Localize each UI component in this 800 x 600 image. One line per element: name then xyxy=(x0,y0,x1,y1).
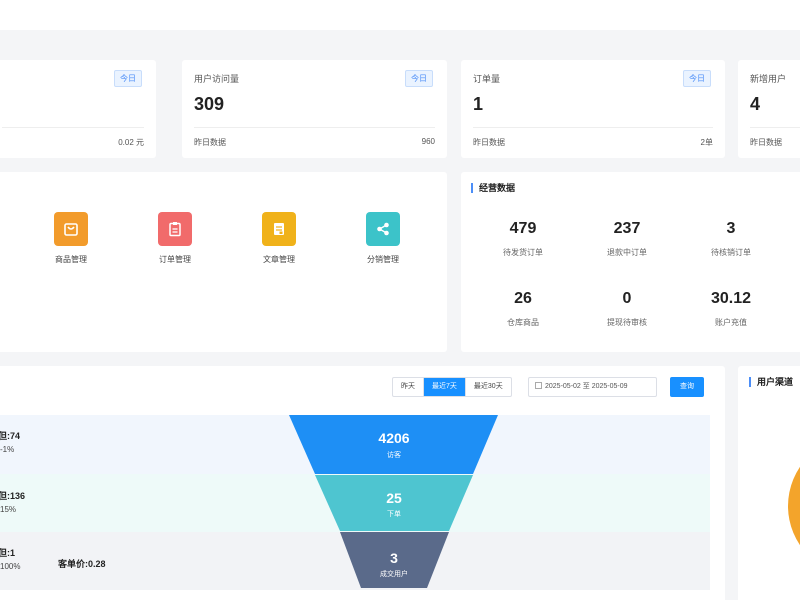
channel-pie-slice xyxy=(788,466,800,546)
user-channel-card: 用户渠道 xyxy=(738,366,800,600)
funnel-visitors-value: 4206 xyxy=(378,430,410,446)
funnel-orders-caption: 下单 xyxy=(387,511,401,518)
funnel-buyers-caption: 成交用户 xyxy=(380,571,408,578)
funnel-orders-value: 25 xyxy=(386,490,402,506)
funnel-visitors-caption: 访客 xyxy=(387,452,401,459)
channel-pie-chart xyxy=(788,466,800,546)
funnel-buyers-value: 3 xyxy=(390,550,398,566)
